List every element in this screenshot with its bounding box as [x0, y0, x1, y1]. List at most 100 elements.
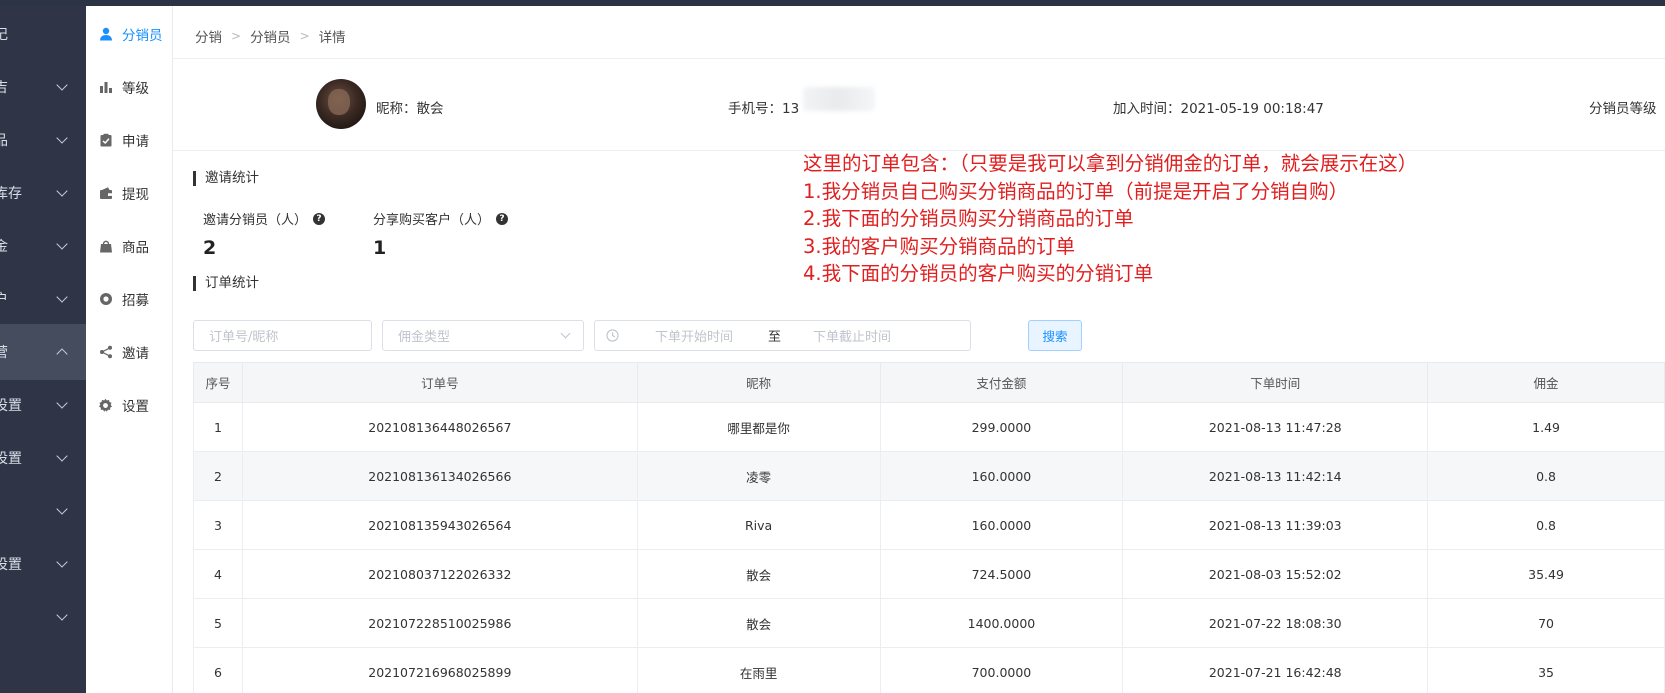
sidebar-item-label: 设置 [0, 398, 22, 414]
cell-commission: 35.49 [1427, 549, 1665, 599]
chevron-down-icon [56, 609, 68, 621]
cell-amount: 1400.0000 [879, 598, 1124, 648]
sidebar-item-label: 吉 [0, 80, 8, 96]
cell-index: 4 [193, 549, 243, 599]
subnav-item-label: 邀请 [122, 346, 149, 362]
cell-time: 2021-08-03 15:52:02 [1122, 549, 1429, 599]
chevron-down-icon [56, 238, 68, 250]
chevron-down-icon [56, 79, 68, 91]
chevron-right-icon: > [299, 29, 310, 43]
column-header: 昵称 [636, 362, 881, 403]
sidebar-item-2[interactable]: 吉 [0, 59, 86, 115]
subnav-item-label: 设置 [122, 399, 149, 415]
breadcrumb-item[interactable]: 分销 [195, 26, 222, 46]
join-time: 加入时间：2021-05-19 00:18:47 [1113, 101, 1324, 117]
cell-time: 2021-07-21 16:42:48 [1122, 647, 1429, 693]
cell-order-no: 202108135943026564 [241, 500, 638, 550]
subnav-item-level[interactable]: 等级 [86, 59, 173, 115]
cell-index: 3 [193, 500, 243, 550]
cell-order-no: 202107228510025986 [241, 598, 638, 648]
recruit-icon [98, 292, 113, 307]
sidebar-item-1[interactable]: 记 [0, 6, 86, 62]
annotation-note: 这里的订单包含：（只要是我可以拿到分销佣金的订单，就会展示在这） 1.我分销员自… [803, 150, 1417, 288]
subnav-item-apply[interactable]: 申请 [86, 112, 173, 168]
chevron-down-icon [560, 328, 571, 339]
sidebar-item-8[interactable]: 设置 [0, 377, 86, 433]
subnav-item-withdraw[interactable]: 提现 [86, 165, 173, 221]
chevron-up-icon [56, 348, 68, 360]
sidebar-item-label: 营 [0, 345, 8, 361]
redacted-area [803, 87, 875, 111]
start-date-placeholder[interactable]: 下单开始时间 [655, 326, 733, 345]
chevron-down-icon [56, 556, 68, 568]
cell-amount: 160.0000 [879, 500, 1124, 550]
search-button[interactable]: 搜索 [1028, 320, 1082, 351]
subnav-item-invite[interactable]: 邀请 [86, 324, 173, 380]
cell-order-no: 202108136134026566 [241, 451, 638, 501]
bar-chart-icon [98, 80, 113, 95]
subnav-item-settings[interactable]: 设置 [86, 377, 173, 433]
sidebar-item-12[interactable] [0, 589, 86, 645]
subnav-item-distributor[interactable]: 分销员 [86, 6, 173, 62]
cell-index: 5 [193, 598, 243, 648]
sidebar-item-label: 库存 [0, 186, 22, 202]
subnav-item-label: 招募 [122, 293, 149, 309]
sidebar-item-label: 设置 [0, 451, 22, 467]
annotation-line: 2.我下面的分销员购买分销商品的订单 [803, 207, 1134, 230]
distributor-level: 分销员等级 [1589, 101, 1657, 117]
sidebar-item-11[interactable]: 设置 [0, 536, 86, 592]
table-row: 5 202107228510025986 散会 1400.0000 2021-0… [193, 598, 1665, 648]
section-title-invite-stats: 邀请统计 [193, 171, 259, 186]
sidebar-item-5[interactable]: 金 [0, 218, 86, 274]
cell-index: 2 [193, 451, 243, 501]
order-search-input[interactable]: 订单号/昵称 [193, 320, 372, 351]
stat-value-share-customers: 1 [373, 237, 387, 259]
table-row: 1 202108136448026567 哪里都是你 299.0000 2021… [193, 402, 1665, 452]
end-date-placeholder[interactable]: 下单截止时间 [813, 326, 891, 345]
sidebar-item-4[interactable]: 库存 [0, 165, 86, 221]
section-title-order-stats: 订单统计 [193, 276, 259, 291]
subnav-item-recruit[interactable]: 招募 [86, 271, 173, 327]
cell-time: 2021-08-13 11:47:28 [1122, 402, 1429, 452]
order-search-placeholder: 订单号/昵称 [209, 330, 279, 345]
shopping-bag-icon [98, 239, 113, 254]
cell-nickname: 在雨里 [636, 647, 881, 693]
chevron-down-icon [56, 291, 68, 303]
subnav-item-label: 分销员 [122, 28, 163, 44]
chevron-down-icon [56, 397, 68, 409]
sidebar-item-9[interactable]: 设置 [0, 430, 86, 486]
help-icon[interactable]: ? [496, 212, 509, 225]
order-table: 序号 订单号 昵称 支付金额 下单时间 佣金 1 202108136448026… [193, 362, 1665, 693]
distributor-profile: 昵称：散会 手机号：13 加入时间：2021-05-19 00:18:47 分销… [173, 59, 1665, 150]
column-header: 支付金额 [879, 362, 1124, 403]
breadcrumb-item[interactable]: 分销员 [250, 26, 291, 46]
chevron-right-icon: > [231, 29, 242, 43]
chevron-down-icon [56, 450, 68, 462]
cell-index: 1 [193, 402, 243, 452]
subnav-item-goods[interactable]: 商品 [86, 218, 173, 274]
sidebar-item-10[interactable] [0, 483, 86, 539]
commission-type-placeholder: 佣金类型 [398, 330, 451, 345]
table-row: 4 202108037122026332 散会 724.5000 2021-08… [193, 549, 1665, 599]
cell-amount: 724.5000 [879, 549, 1124, 599]
sidebar-item-3[interactable]: 品 [0, 112, 86, 168]
commission-type-select[interactable]: 佣金类型 [382, 320, 584, 351]
subnav-item-label: 等级 [122, 81, 149, 97]
cell-amount: 700.0000 [879, 647, 1124, 693]
stat-label-share-customers: 分享购买客户（人） ? [373, 209, 509, 228]
sidebar-item-marketing[interactable]: 营 [0, 324, 86, 380]
subnav-item-label: 提现 [122, 187, 149, 203]
help-icon[interactable]: ? [313, 212, 326, 225]
column-header: 序号 [193, 362, 243, 403]
annotation-line: 4.我下面的分销员的客户购买的分销订单 [803, 262, 1154, 285]
column-header: 佣金 [1427, 362, 1665, 403]
stat-label-text: 分享购买客户（人） [373, 213, 491, 228]
date-range-picker[interactable]: 下单开始时间 至 下单截止时间 [594, 320, 971, 351]
phone-number: 手机号：13 [728, 101, 800, 117]
sidebar-item-label: 记 [0, 27, 8, 43]
sidebar-item-6[interactable]: 户 [0, 271, 86, 327]
chevron-down-icon [56, 503, 68, 515]
table-row: 3 202108135943026564 Riva 160.0000 2021-… [193, 500, 1665, 550]
sub-navigation: 分销员 等级 申请 提现 商品 招募 邀请 设置 [86, 6, 173, 693]
range-separator: 至 [768, 330, 782, 345]
